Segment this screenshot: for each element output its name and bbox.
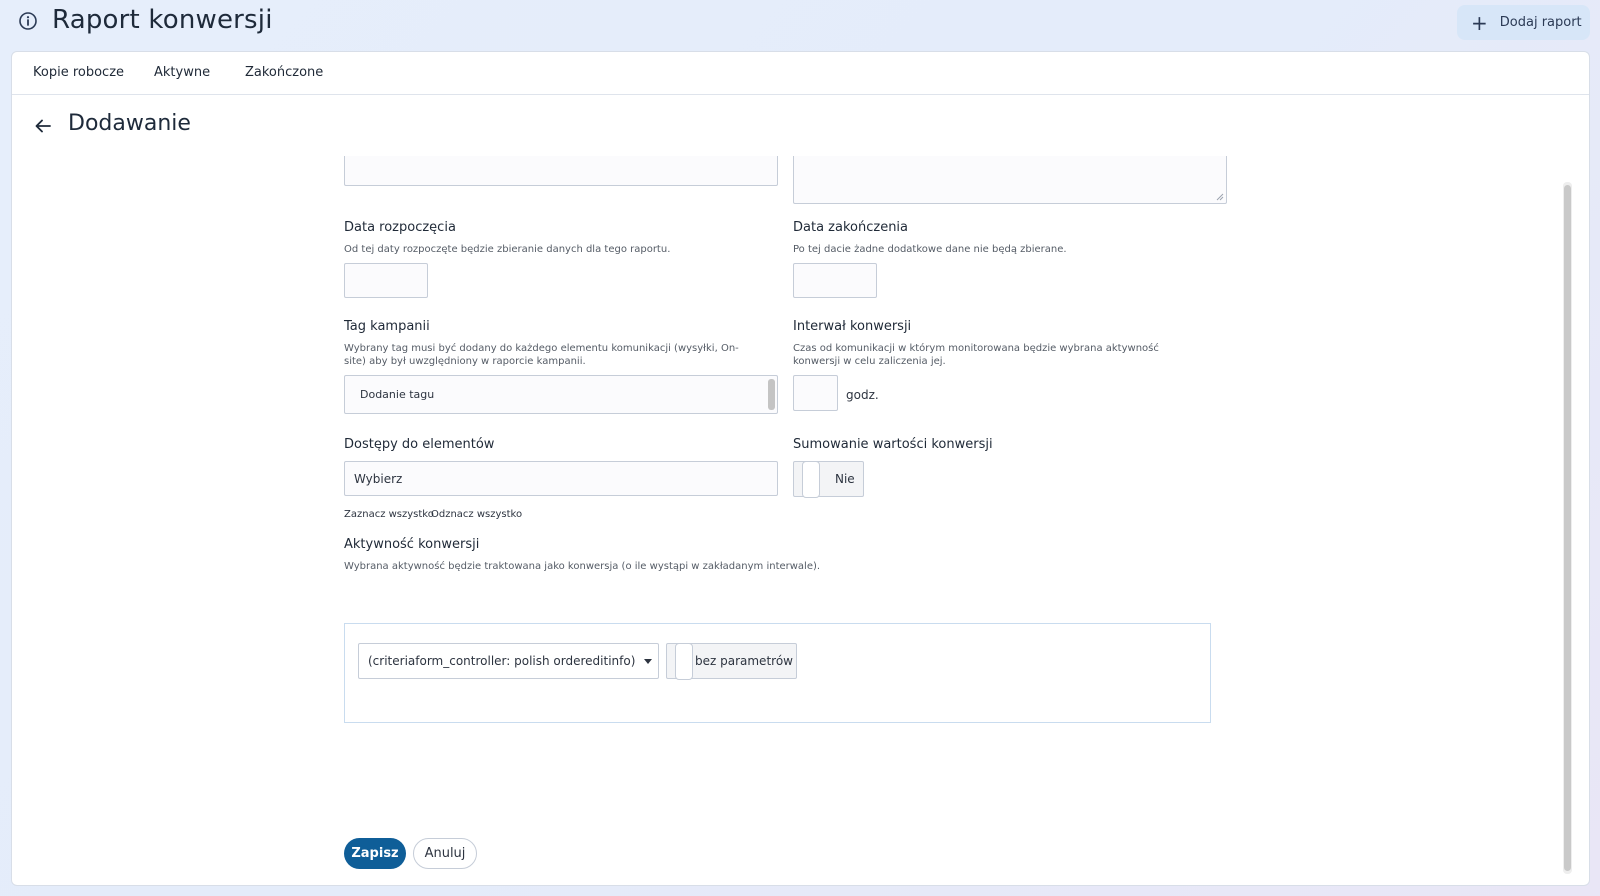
tab-active[interactable]: Aktywne	[154, 65, 210, 80]
save-button[interactable]: Zapisz	[344, 838, 406, 869]
start-date-input[interactable]	[344, 263, 428, 298]
conversion-activity-label: Aktywność konwersji	[344, 537, 480, 552]
previous-textarea[interactable]	[793, 156, 1227, 204]
conversion-interval-unit: godz.	[846, 388, 879, 402]
toggle-knob	[675, 643, 693, 680]
sum-conversion-label: Sumowanie wartości konwersji	[793, 437, 993, 452]
caret-down-icon	[644, 659, 652, 664]
conversion-activity-help: Wybrana aktywność będzie traktowana jako…	[344, 561, 821, 572]
conversion-interval-label: Interwał konwersji	[793, 319, 912, 334]
start-date-label: Data rozpoczęcia	[344, 220, 456, 235]
main-card: Kopie robocze Aktywne Zakończone Dodawan…	[11, 51, 1590, 886]
page-heading: Dodawanie	[68, 111, 191, 136]
element-access-placeholder: Wybierz	[354, 472, 403, 486]
info-circle-icon[interactable]	[18, 11, 38, 31]
element-access-select[interactable]: Wybierz	[344, 461, 778, 496]
end-date-help: Po tej dacie żadne dodatkowe dane nie bę…	[793, 244, 1067, 255]
resize-handle-icon[interactable]	[1216, 193, 1224, 201]
sum-conversion-toggle-text: Nie	[835, 472, 855, 486]
plus-icon: +	[1471, 10, 1488, 35]
tag-input-scrollbar[interactable]	[768, 379, 775, 410]
arrow-left-icon[interactable]	[34, 117, 52, 135]
deselect-all-link[interactable]: Odznacz wszystko	[431, 509, 522, 520]
add-report-button[interactable]: + Dodaj raport	[1457, 5, 1590, 40]
campaign-tag-placeholder: Dodanie tagu	[360, 388, 435, 401]
campaign-tag-help: Wybrany tag musi być dodany do każdego e…	[344, 343, 739, 367]
conversion-activity-select[interactable]: (criteriaform_controller: polish ordered…	[358, 643, 659, 679]
element-access-label: Dostępy do elementów	[344, 437, 495, 452]
conversion-interval-input[interactable]	[793, 375, 838, 411]
select-all-link[interactable]: Zaznacz wszystko	[344, 509, 434, 520]
previous-field-input[interactable]	[344, 156, 778, 186]
tab-bar: Kopie robocze Aktywne Zakończone	[12, 52, 1589, 95]
conversion-activity-panel: (criteriaform_controller: polish ordered…	[344, 623, 1211, 723]
toggle-knob	[802, 461, 820, 498]
cancel-button[interactable]: Anuluj	[413, 838, 477, 869]
add-report-label: Dodaj raport	[1499, 15, 1582, 30]
conversion-interval-help: Czas od komunikacji w którym monitorowan…	[793, 343, 1159, 367]
params-toggle[interactable]: bez parametrów	[666, 643, 797, 680]
tab-finished[interactable]: Zakończone	[245, 65, 323, 80]
end-date-input[interactable]	[793, 263, 877, 298]
campaign-tag-label: Tag kampanii	[344, 319, 430, 334]
tab-drafts[interactable]: Kopie robocze	[33, 65, 124, 80]
end-date-label: Data zakończenia	[793, 220, 909, 235]
sum-conversion-toggle[interactable]: Nie	[793, 461, 864, 498]
campaign-tag-input[interactable]: Dodanie tagu	[344, 375, 778, 414]
start-date-help: Od tej daty rozpoczęte będzie zbieranie …	[344, 244, 671, 255]
form-scroll-area: Data rozpoczęcia Od tej daty rozpoczęte …	[12, 156, 1567, 885]
top-bar: Raport konwersji + Dodaj raport	[0, 0, 1600, 50]
conversion-activity-selected: (criteriaform_controller: polish ordered…	[368, 654, 636, 668]
app-title: Raport konwersji	[52, 5, 273, 35]
params-toggle-text: bez parametrów	[695, 654, 793, 668]
